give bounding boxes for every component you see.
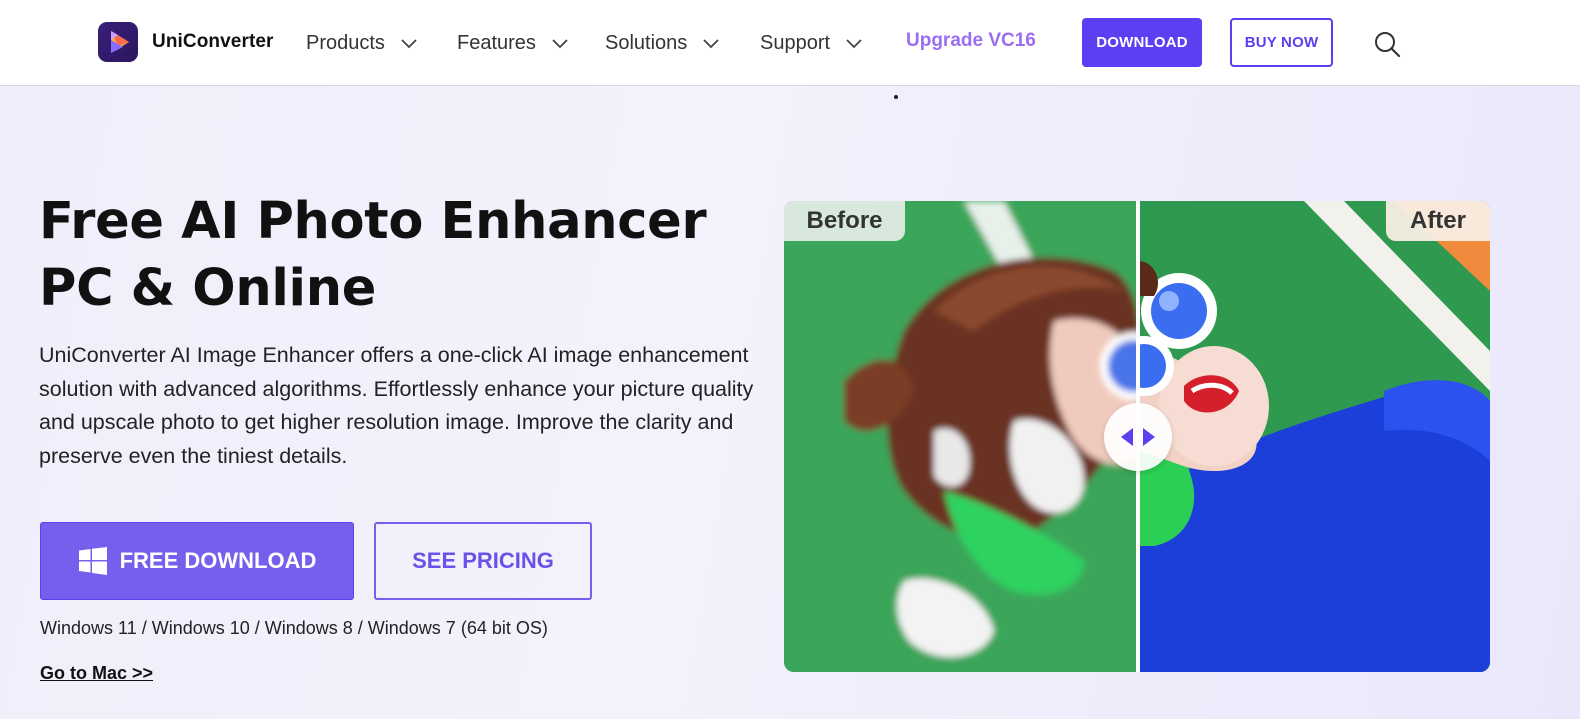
windows-icon — [78, 547, 107, 575]
buy-now-button[interactable]: BUY NOW — [1230, 18, 1333, 67]
before-label: Before — [784, 201, 905, 241]
nav-products-label: Products — [306, 31, 385, 54]
upgrade-link[interactable]: Upgrade VC16 — [906, 30, 1036, 52]
see-pricing-button[interactable]: SEE PRICING — [374, 522, 592, 600]
top-navbar: UniConverter Products Features Solutions… — [0, 0, 1580, 86]
compare-slider-handle[interactable] — [1104, 403, 1172, 471]
search-icon[interactable] — [1373, 30, 1401, 58]
free-download-label: FREE DOWNLOAD — [119, 548, 317, 573]
nav-features[interactable]: Features — [457, 28, 568, 58]
nav-solutions-label: Solutions — [605, 31, 688, 54]
brand-name: UniConverter — [152, 31, 274, 52]
nav-features-label: Features — [457, 31, 536, 54]
brand-logo-link[interactable]: UniConverter — [98, 22, 274, 62]
chevron-down-icon — [401, 39, 417, 49]
left-right-arrows-icon — [1121, 428, 1155, 446]
nav-products[interactable]: Products — [306, 28, 417, 58]
hero-description: UniConverter AI Image Enhancer offers a … — [39, 343, 754, 469]
chevron-down-icon — [552, 39, 568, 49]
page-title-line2: PC & Online — [39, 259, 377, 318]
chevron-down-icon — [846, 39, 862, 49]
uniconverter-logo-icon — [98, 22, 138, 62]
nav-support[interactable]: Support — [760, 28, 862, 58]
decorative-dot — [894, 95, 898, 99]
page-title-line1: Free AI Photo Enhancer — [39, 192, 707, 251]
nav-support-label: Support — [760, 31, 831, 54]
nav-solutions[interactable]: Solutions — [605, 28, 719, 58]
go-to-mac-link[interactable]: Go to Mac >> — [40, 663, 153, 684]
os-compatibility-note: Windows 11 / Windows 10 / Windows 8 / Wi… — [40, 618, 548, 638]
after-label: After — [1386, 201, 1490, 241]
page-title: Free AI Photo Enhancer PC & Online — [39, 188, 739, 322]
free-download-button[interactable]: FREE DOWNLOAD — [40, 522, 354, 600]
download-button[interactable]: DOWNLOAD — [1082, 18, 1202, 67]
chevron-down-icon — [703, 39, 719, 49]
